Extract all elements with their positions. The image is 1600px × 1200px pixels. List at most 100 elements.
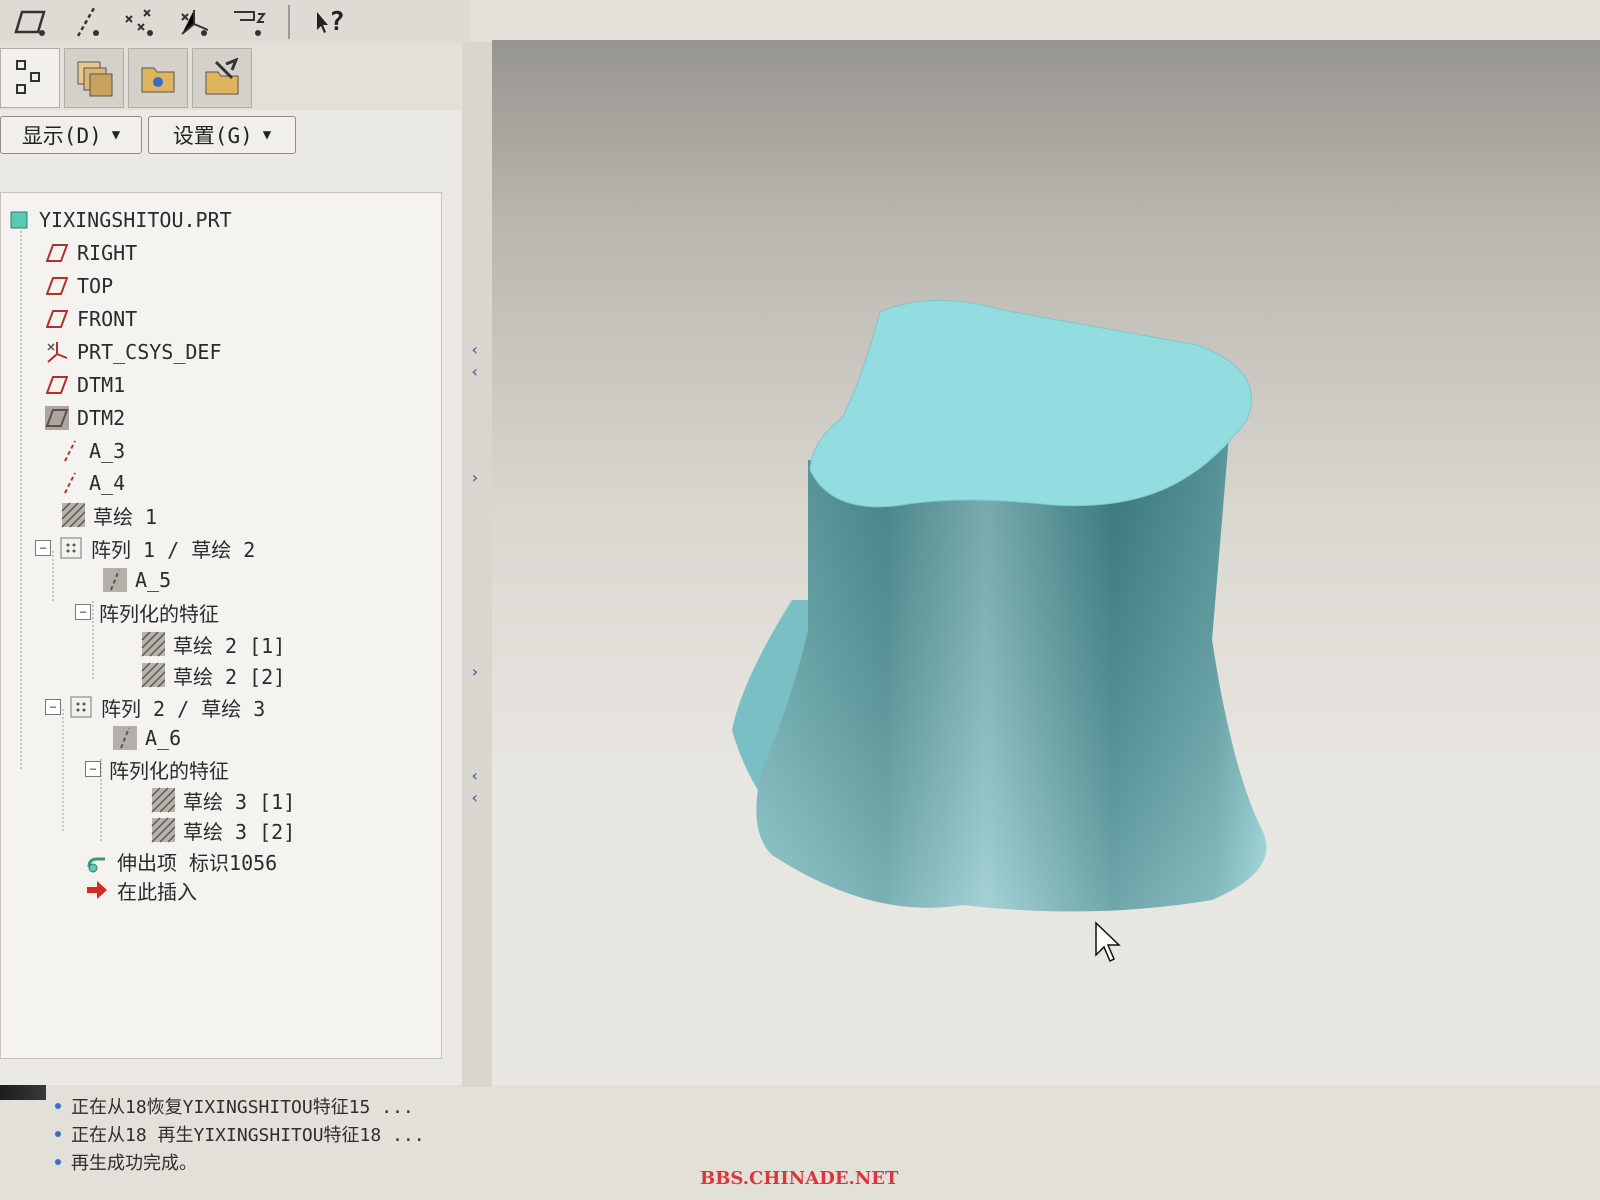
tree-item-a4[interactable]: A_4 xyxy=(57,468,125,498)
display-menu-button[interactable]: 显示(D) ▼ xyxy=(0,116,142,154)
coordinate-system-icon xyxy=(45,340,69,364)
collapse-icon[interactable]: − xyxy=(45,699,61,715)
collapse-left-icon[interactable]: ‹ xyxy=(470,362,480,381)
datum-csys-icon[interactable] xyxy=(172,3,216,41)
message-text: 正在从18 再生YIXINGSHITOU特征18 ... xyxy=(71,1125,425,1146)
layer-tree-tab[interactable] xyxy=(64,48,124,108)
message-text: 再生成功完成。 xyxy=(71,1153,197,1174)
tree-item-sketch3-2[interactable]: 草绘 3 [2] xyxy=(151,815,295,845)
model-render xyxy=(732,300,1267,963)
sketch-icon xyxy=(151,817,175,843)
tree-item-a5[interactable]: A_5 xyxy=(103,565,171,595)
sketch-icon xyxy=(61,502,85,528)
favorites-tab[interactable] xyxy=(192,48,252,108)
tree-item-label: YIXINGSHITOU.PRT xyxy=(39,208,232,232)
datum-axis-icon[interactable] xyxy=(64,3,108,41)
sketch-icon xyxy=(151,787,175,813)
datum-axis-icon xyxy=(103,568,127,592)
tree-item-top[interactable]: TOP xyxy=(45,271,113,301)
datum-axis-icon xyxy=(57,471,81,495)
collapse-icon[interactable]: − xyxy=(35,540,51,556)
chevron-down-icon: ▼ xyxy=(262,127,272,143)
datum-plane-icon xyxy=(45,274,69,298)
tree-item-label: PRT_CSYS_DEF xyxy=(77,340,222,364)
settings-menu-label: 设置(G) xyxy=(172,124,253,148)
datum-axis-icon xyxy=(57,439,81,463)
tree-item-label: A_6 xyxy=(145,726,182,750)
tree-item-label: 在此插入 xyxy=(117,879,197,904)
extrude-icon xyxy=(85,849,109,873)
datum-point-icon[interactable] xyxy=(118,3,162,41)
navigator-tabs xyxy=(0,48,252,110)
datum-plane-icon xyxy=(45,406,69,430)
part-icon xyxy=(7,208,31,232)
collapse-left-icon[interactable]: ‹ xyxy=(470,340,480,359)
tree-item-sketch2-2[interactable]: 草绘 2 [2] xyxy=(141,660,285,690)
watermark: BBS.CHINADE.NET xyxy=(700,1168,899,1189)
tree-item-pattern2[interactable]: − 阵列 2 / 草绘 3 xyxy=(45,692,265,722)
panel-splitter[interactable]: ‹ ‹ › › ‹ ‹ xyxy=(462,42,492,1087)
datum-toolbar: ? xyxy=(0,0,470,44)
tree-item-pattern1-features[interactable]: − 阵列化的特征 xyxy=(75,597,219,627)
datum-plane-icon[interactable] xyxy=(10,3,54,41)
datum-curve-icon[interactable] xyxy=(226,3,270,41)
model-top-face xyxy=(809,300,1252,508)
tree-item-a3[interactable]: A_3 xyxy=(57,436,125,466)
chevron-down-icon: ▼ xyxy=(111,127,121,143)
help-question-mark: ? xyxy=(329,7,345,37)
context-help-button[interactable]: ? xyxy=(308,3,352,41)
tree-item-label: 草绘 2 [1] xyxy=(173,633,286,658)
datum-axis-icon xyxy=(113,726,137,750)
message-line: 正在从18恢复YIXINGSHITOU特征15 ... xyxy=(55,1092,855,1120)
datum-plane-icon xyxy=(45,373,69,397)
tree-menu-bar: 显示(D) ▼ 设置(G) ▼ xyxy=(0,116,296,154)
tree-item-right[interactable]: RIGHT xyxy=(45,238,137,268)
collapse-left-icon[interactable]: ‹ xyxy=(470,788,480,807)
settings-menu-button[interactable]: 设置(G) ▼ xyxy=(148,116,296,154)
tree-item-label: 阵列化的特征 xyxy=(109,758,229,783)
model-tree-tab[interactable] xyxy=(0,48,60,108)
tree-item-label: 阵列 2 / 草绘 3 xyxy=(101,696,266,721)
tree-item-label: A_3 xyxy=(89,439,126,463)
tree-item-label: 草绘 3 [2] xyxy=(183,819,296,844)
sketch-icon xyxy=(141,631,165,657)
tree-item-dtm2[interactable]: DTM2 xyxy=(45,403,125,433)
tree-item-label: 草绘 2 [2] xyxy=(173,664,286,689)
expand-right-icon[interactable]: › xyxy=(470,662,480,681)
mouse-cursor-icon xyxy=(1095,921,1121,963)
datum-plane-icon xyxy=(45,307,69,331)
tree-item-insert-here[interactable]: 在此插入 xyxy=(85,875,197,905)
tree-item-label: DTM2 xyxy=(77,406,126,430)
tree-item-a6[interactable]: A_6 xyxy=(113,723,181,753)
tree-item-label: A_4 xyxy=(89,471,126,495)
tree-item-label: 阵列 1 / 草绘 2 xyxy=(91,537,256,562)
tree-item-label: 伸出项 标识1056 xyxy=(117,850,278,875)
tree-item-sketch1[interactable]: 草绘 1 xyxy=(61,500,157,530)
tree-item-extrude[interactable]: 伸出项 标识1056 xyxy=(85,846,277,876)
info-bullet-icon xyxy=(55,1159,61,1165)
expand-right-icon[interactable]: › xyxy=(470,468,480,487)
pattern-icon xyxy=(69,695,93,719)
collapse-icon[interactable]: − xyxy=(85,761,101,777)
tree-item-pattern2-features[interactable]: − 阵列化的特征 xyxy=(85,754,229,784)
insert-arrow-icon xyxy=(85,878,109,902)
tree-item-csys[interactable]: PRT_CSYS_DEF xyxy=(45,337,222,367)
tree-item-label: FRONT xyxy=(77,307,138,331)
tree-item-pattern1[interactable]: − 阵列 1 / 草绘 2 xyxy=(35,533,255,563)
message-text: 正在从18恢复YIXINGSHITOU特征15 ... xyxy=(71,1097,414,1118)
tree-item-sketch3-1[interactable]: 草绘 3 [1] xyxy=(151,785,295,815)
collapse-icon[interactable]: − xyxy=(75,604,91,620)
tree-item-front[interactable]: FRONT xyxy=(45,304,137,334)
graphics-viewport[interactable] xyxy=(492,40,1600,1085)
model-tree: YIXINGSHITOU.PRT RIGHT TOP FRONT PRT_CSY… xyxy=(0,192,442,1059)
tree-item-dtm1[interactable]: DTM1 xyxy=(45,370,125,400)
navigator-panel: 显示(D) ▼ 设置(G) ▼ YIXINGSHITOU.PRT RIGHT T… xyxy=(0,110,464,1085)
tree-item-label: 草绘 1 xyxy=(93,504,158,529)
tree-item-sketch2-1[interactable]: 草绘 2 [1] xyxy=(141,629,285,659)
toolbar-separator xyxy=(288,5,290,39)
tree-item-label: DTM1 xyxy=(77,373,126,397)
folder-browser-tab[interactable] xyxy=(128,48,188,108)
sketch-icon xyxy=(141,662,165,688)
tree-item-root[interactable]: YIXINGSHITOU.PRT xyxy=(7,205,232,235)
collapse-left-icon[interactable]: ‹ xyxy=(470,766,480,785)
